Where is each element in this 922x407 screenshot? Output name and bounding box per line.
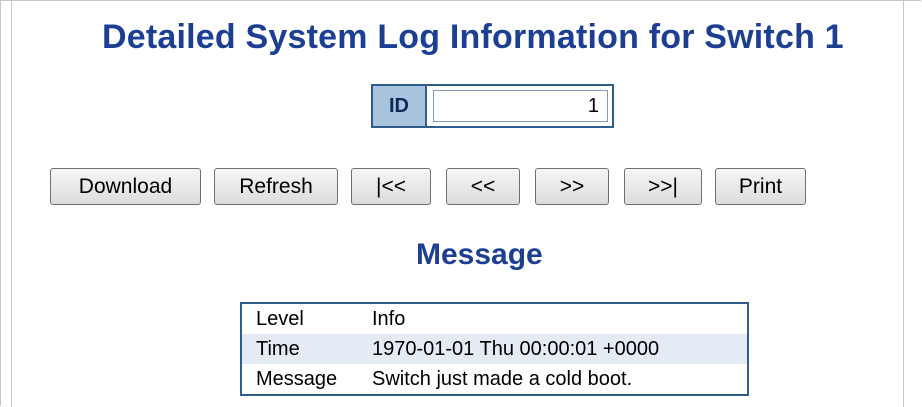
id-field-group: ID [371, 84, 614, 128]
right-rule [903, 0, 904, 407]
refresh-button[interactable]: Refresh [214, 168, 338, 205]
download-button[interactable]: Download [50, 168, 201, 205]
first-page-button[interactable]: |<< [351, 168, 431, 205]
table-row: Level Info [242, 304, 747, 334]
print-button[interactable]: Print [715, 168, 806, 205]
id-input-wrap [427, 86, 612, 126]
row-value: 1970-01-01 Thu 00:00:01 +0000 [372, 337, 660, 360]
id-input[interactable] [433, 90, 608, 122]
row-value: Switch just made a cold boot. [372, 367, 633, 390]
page-title: Detailed System Log Information for Swit… [102, 18, 844, 56]
last-page-button[interactable]: >>| [624, 168, 702, 205]
next-page-button[interactable]: >> [535, 168, 609, 205]
message-heading: Message [416, 238, 543, 271]
table-row: Message Switch just made a cold boot. [242, 364, 747, 394]
message-table: Level Info Time 1970-01-01 Thu 00:00:01 … [240, 302, 749, 396]
table-row: Time 1970-01-01 Thu 00:00:01 +0000 [242, 334, 747, 364]
left-rule [11, 0, 12, 407]
row-key: Level [256, 307, 304, 330]
row-value: Info [372, 307, 406, 330]
id-label: ID [373, 86, 427, 126]
row-key: Time [256, 337, 300, 360]
row-key: Message [256, 367, 338, 390]
previous-page-button[interactable]: << [446, 168, 520, 205]
